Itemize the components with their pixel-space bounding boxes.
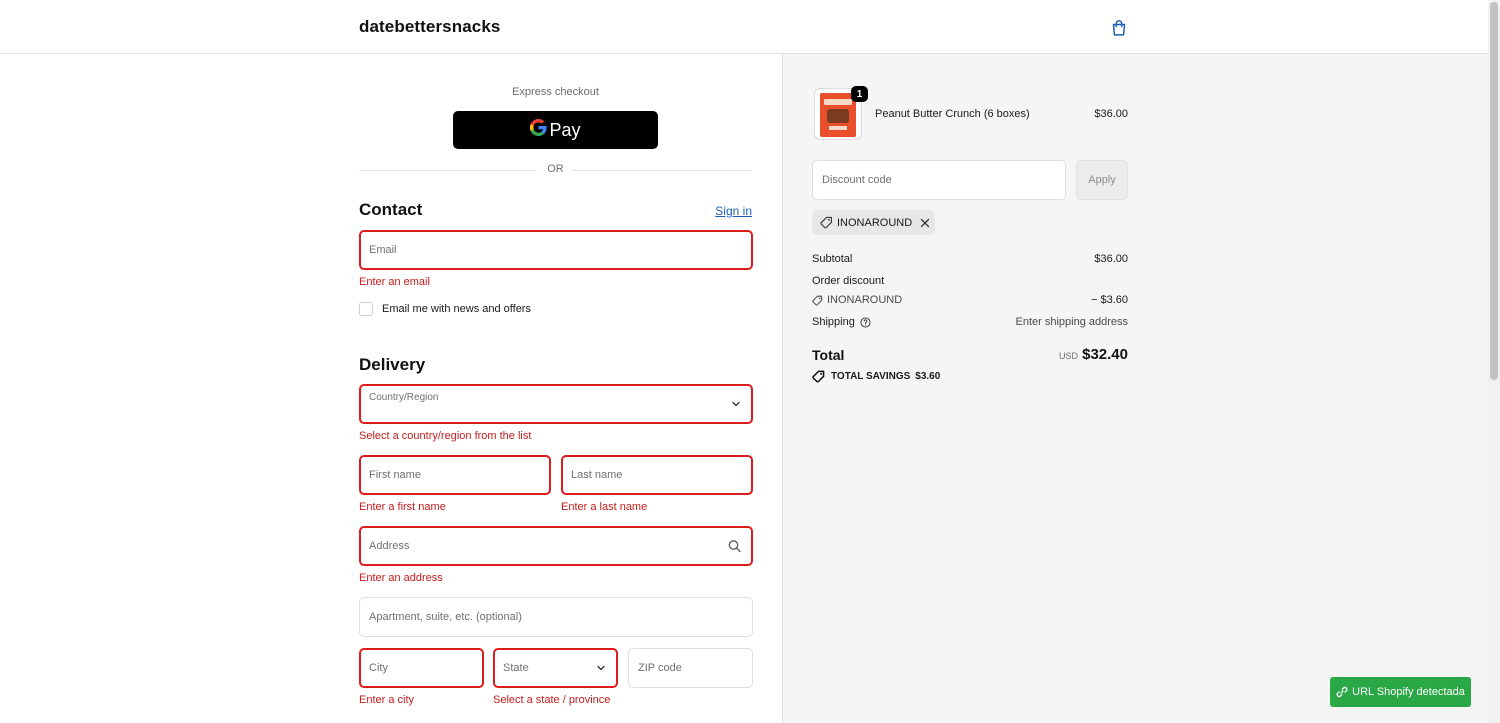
shopping-bag-icon bbox=[1112, 19, 1126, 36]
shipping-row: Shipping bbox=[812, 316, 871, 328]
total-value: $32.40 bbox=[1082, 346, 1128, 363]
shopify-detected-badge[interactable]: URL Shopify detectada bbox=[1330, 677, 1471, 707]
order-discount-label: Order discount bbox=[812, 275, 885, 287]
country-select[interactable]: Country/Region bbox=[359, 384, 753, 424]
city-error: Enter a city bbox=[359, 694, 415, 706]
applied-discount-code: INONAROUND bbox=[837, 216, 913, 229]
last-name-error: Enter a last name bbox=[561, 501, 648, 513]
total-savings: TOTAL SAVINGS $3.60 bbox=[812, 370, 940, 383]
express-checkout-label: Express checkout bbox=[512, 86, 599, 98]
state-error: Select a state / province bbox=[493, 694, 611, 706]
address-placeholder: Address bbox=[369, 540, 410, 552]
contact-heading: Contact bbox=[359, 200, 423, 219]
tag-icon bbox=[812, 295, 823, 306]
discount-code-row: INONAROUND bbox=[812, 294, 902, 306]
country-label: Country/Region bbox=[369, 392, 439, 403]
zip-code-placeholder: ZIP code bbox=[638, 662, 682, 674]
product-price: $36.00 bbox=[1094, 108, 1128, 120]
address-field[interactable]: Address bbox=[359, 526, 753, 566]
city-placeholder: City bbox=[369, 662, 388, 674]
sign-in-link[interactable]: Sign in bbox=[690, 204, 752, 218]
first-name-placeholder: First name bbox=[369, 469, 421, 481]
shopify-detected-label: URL Shopify detectada bbox=[1352, 686, 1465, 698]
shipping-value: Enter shipping address bbox=[1015, 316, 1128, 328]
address-error: Enter an address bbox=[359, 572, 443, 584]
apartment-field[interactable]: Apartment, suite, etc. (optional) bbox=[359, 597, 753, 637]
last-name-placeholder: Last name bbox=[571, 469, 623, 481]
first-name-error: Enter a first name bbox=[359, 501, 446, 513]
newsletter-checkbox[interactable] bbox=[359, 302, 373, 316]
product-name: Peanut Butter Crunch (6 boxes) bbox=[875, 108, 1030, 120]
google-pay-button[interactable]: Pay bbox=[453, 111, 658, 149]
savings-tag-icon bbox=[812, 370, 826, 383]
page-scrollbar[interactable] bbox=[1488, 0, 1500, 723]
quantity-badge: 1 bbox=[851, 86, 868, 102]
total-currency: USD bbox=[1058, 351, 1078, 361]
discount-code-field[interactable]: Discount code bbox=[812, 160, 1066, 200]
apply-discount-button[interactable]: Apply bbox=[1076, 160, 1128, 200]
header: datebettersnacks bbox=[0, 0, 1488, 54]
google-pay-label: Pay bbox=[549, 119, 581, 140]
tag-icon bbox=[820, 216, 833, 229]
or-divider: OR bbox=[359, 163, 752, 177]
order-summary-panel bbox=[782, 54, 1488, 723]
email-field[interactable]: Email bbox=[359, 230, 753, 270]
store-brand[interactable]: datebettersnacks bbox=[359, 17, 500, 37]
help-icon[interactable] bbox=[860, 316, 871, 328]
email-placeholder: Email bbox=[369, 244, 397, 256]
delivery-heading: Delivery bbox=[359, 355, 426, 374]
subtotal-value: $36.00 bbox=[1094, 253, 1128, 265]
cart-button[interactable] bbox=[1107, 15, 1131, 39]
google-g-icon bbox=[530, 118, 548, 142]
newsletter-label: Email me with news and offers bbox=[382, 303, 531, 315]
discount-value: − $3.60 bbox=[1090, 294, 1128, 306]
applied-discount-chip: INONAROUND bbox=[812, 210, 935, 235]
product-image bbox=[820, 93, 856, 137]
link-icon bbox=[1336, 686, 1348, 698]
remove-discount-icon[interactable] bbox=[920, 218, 930, 228]
apartment-placeholder: Apartment, suite, etc. (optional) bbox=[369, 611, 522, 623]
chevron-down-icon bbox=[731, 399, 741, 409]
discount-code-placeholder: Discount code bbox=[822, 174, 892, 186]
discount-code-label: INONAROUND bbox=[827, 294, 903, 306]
state-select[interactable]: State bbox=[493, 648, 618, 688]
email-error: Enter an email bbox=[359, 276, 430, 288]
last-name-field[interactable]: Last name bbox=[561, 455, 753, 495]
subtotal-label: Subtotal bbox=[812, 253, 853, 265]
savings-value: $3.60 bbox=[915, 371, 941, 382]
zip-code-field[interactable]: ZIP code bbox=[628, 648, 753, 688]
search-icon bbox=[728, 540, 741, 553]
savings-label: TOTAL SAVINGS bbox=[831, 371, 911, 382]
scrollbar-thumb[interactable] bbox=[1490, 2, 1498, 380]
first-name-field[interactable]: First name bbox=[359, 455, 551, 495]
chevron-down-icon bbox=[596, 663, 606, 673]
state-placeholder: State bbox=[503, 662, 529, 674]
or-label: OR bbox=[547, 163, 564, 175]
total-label: Total bbox=[812, 347, 845, 363]
shipping-label: Shipping bbox=[812, 316, 855, 328]
country-error: Select a country/region from the list bbox=[359, 430, 532, 442]
city-field[interactable]: City bbox=[359, 648, 484, 688]
newsletter-option[interactable]: Email me with news and offers bbox=[359, 302, 531, 316]
